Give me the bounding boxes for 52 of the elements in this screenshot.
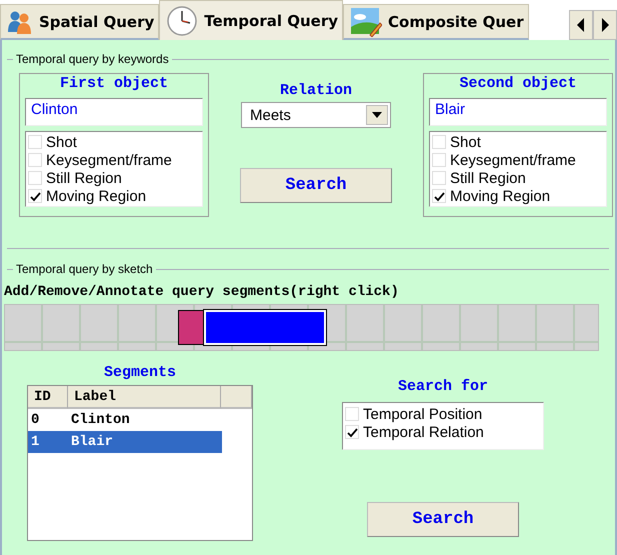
checkbox[interactable] [28,171,42,185]
instruction-text: Add/Remove/Annotate query segments(right click) [4,284,400,300]
relation-dropdown[interactable]: Meets [241,102,391,128]
table-row[interactable]: 1 Blair [28,431,222,453]
checkbox[interactable] [432,171,446,185]
table-cell-text: 1 [30,434,40,450]
checkbox-label: Moving Region [450,188,550,204]
checkbox-label: Shot [46,134,77,150]
table-cell-text: Clinton [70,412,131,428]
tab[interactable]: Temporal Query [159,0,343,40]
column-header[interactable]: Label [68,386,221,409]
checkbox-label: Moving Region [46,188,146,204]
column-header [221,386,252,409]
checkbox[interactable] [345,425,359,439]
panel-title: First object [58,75,170,93]
scroll-left-button[interactable] [569,10,593,40]
relation-title: Relation [280,82,352,100]
checkbox[interactable] [28,135,42,149]
group-title: Temporal query by sketch [13,261,156,277]
search-button[interactable]: Search [240,168,392,203]
timeline-segment[interactable] [178,310,204,345]
table-cell-text: Blair [70,434,114,450]
checkbox-label: Temporal Position [363,406,482,422]
tab[interactable]: Spatial Query [0,4,160,40]
search-for-title: Search for [398,378,488,396]
text-field[interactable]: Clinton [25,98,203,126]
checkbox[interactable] [28,153,42,167]
checkbox[interactable] [28,189,42,203]
checkbox-label: Shot [450,134,481,150]
search-button[interactable]: Search [367,502,519,537]
text-field[interactable]: Blair [429,98,607,126]
table-cell-text: 0 [30,412,40,428]
landscape-pencil-icon [350,6,382,36]
people-icon [7,10,33,34]
column-header[interactable]: ID [28,386,68,409]
checkbox[interactable] [432,153,446,167]
checkbox-label: Temporal Relation [363,424,484,440]
checkbox-label: Still Region [46,170,122,186]
group-title: Temporal query by keywords [13,51,172,67]
segments-title: Segments [102,364,177,382]
scroll-right-button[interactable] [593,10,617,40]
checkbox[interactable] [345,407,359,421]
checkbox[interactable] [432,189,446,203]
timeline-track[interactable] [4,304,599,351]
checkbox-label: Keysegment/frame [46,152,172,168]
panel-title: Second object [458,75,578,93]
checkbox-label: Keysegment/frame [450,152,576,168]
table-row[interactable]: 0 Clinton [28,409,252,431]
checkbox[interactable] [432,135,446,149]
tab[interactable]: Composite Quer [343,4,529,40]
checkbox-label: Still Region [450,170,526,186]
clock-icon [166,4,198,36]
